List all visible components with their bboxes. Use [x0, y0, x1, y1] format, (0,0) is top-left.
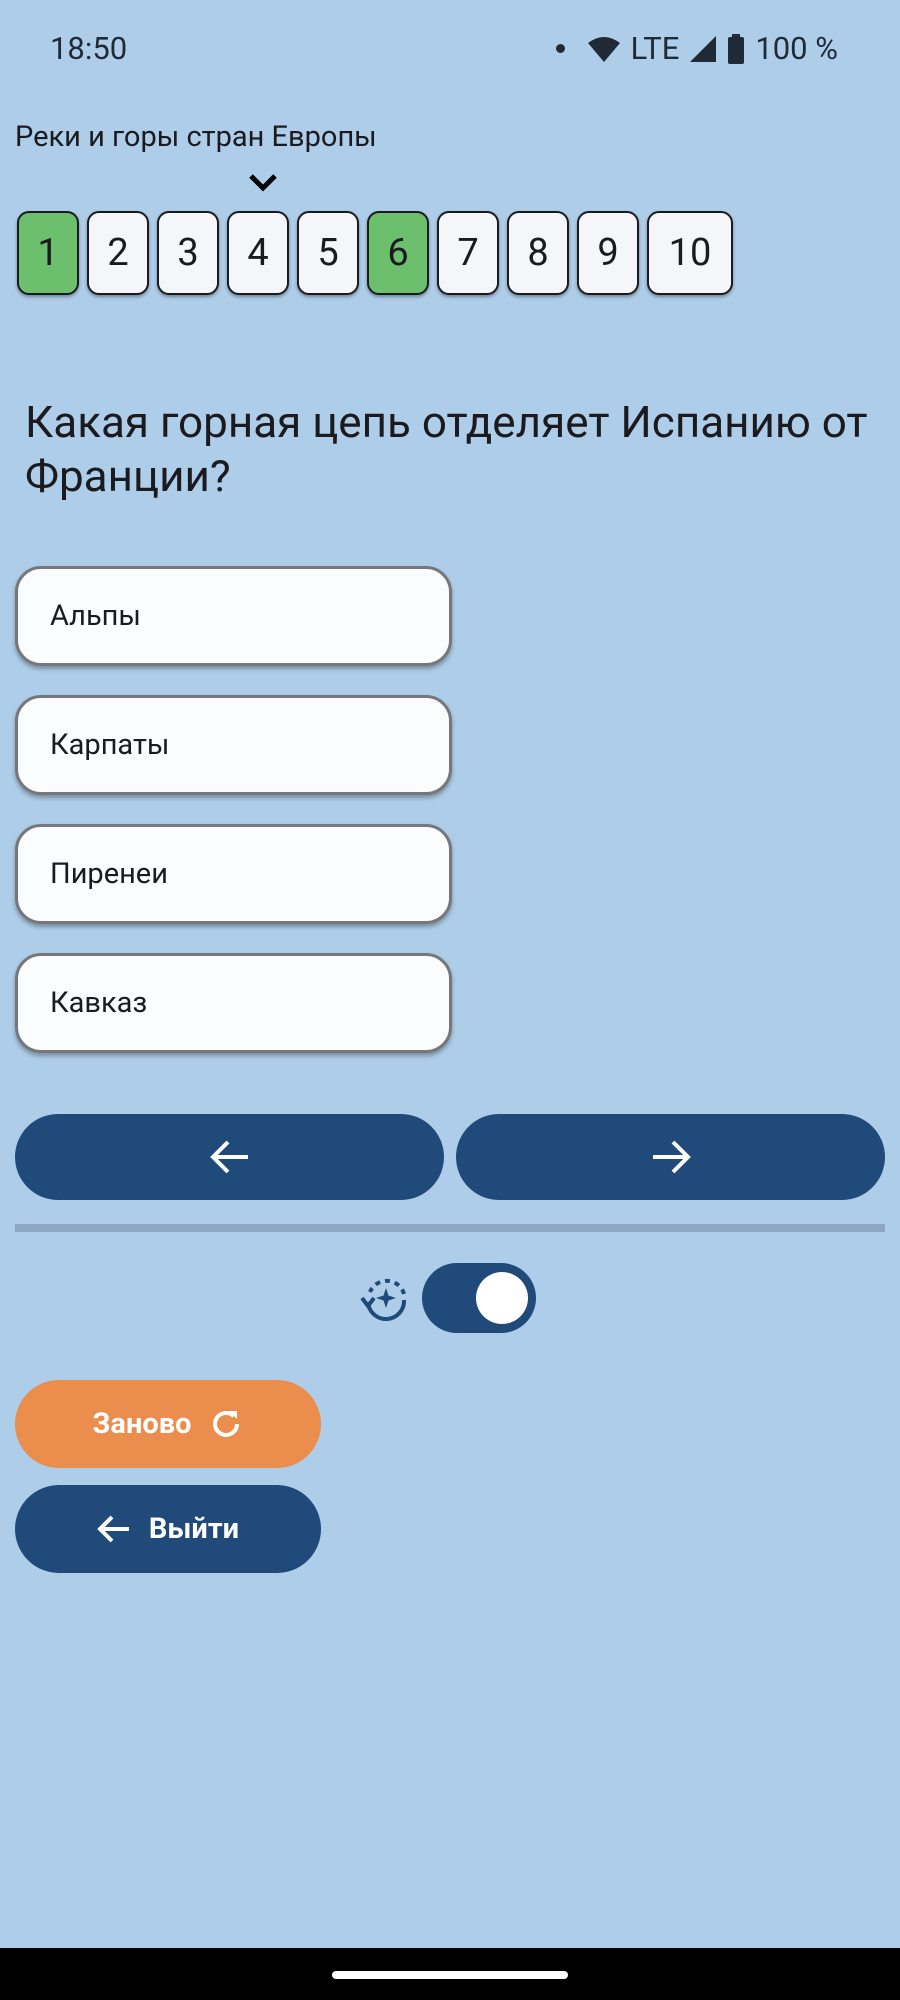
network-label: LTE: [630, 30, 680, 67]
navigation-row: [15, 1114, 885, 1200]
battery-icon: [728, 33, 745, 64]
question-number-3[interactable]: 3: [157, 211, 219, 295]
question-number-9[interactable]: 9: [577, 211, 639, 295]
restart-button[interactable]: Заново: [15, 1380, 321, 1468]
quiz-title: Реки и горы стран Европы: [15, 120, 377, 154]
answer-option[interactable]: Карпаты: [15, 695, 452, 795]
divider: [15, 1224, 885, 1232]
home-indicator[interactable]: [332, 1971, 568, 1979]
question-number-1[interactable]: 1: [17, 211, 79, 295]
answer-option[interactable]: Альпы: [15, 566, 452, 666]
dot-icon: [555, 44, 565, 53]
auto-advance-icon: [360, 1278, 407, 1322]
question-number-7[interactable]: 7: [437, 211, 499, 295]
wifi-icon: [587, 36, 620, 62]
exit-button[interactable]: Выйти: [15, 1485, 321, 1573]
auto-mode-toggle[interactable]: [422, 1263, 536, 1333]
chevron-down-icon: [249, 174, 277, 192]
previous-button[interactable]: [15, 1114, 444, 1200]
question-number-5[interactable]: 5: [297, 211, 359, 295]
question-number-10[interactable]: 10: [647, 211, 733, 295]
answer-list: Альпы Карпаты Пиренеи Кавказ: [15, 566, 452, 1082]
answer-option[interactable]: Пиренеи: [15, 824, 452, 924]
question-number-8[interactable]: 8: [507, 211, 569, 295]
status-time: 18:50: [50, 30, 128, 67]
toggle-knob: [476, 1272, 528, 1324]
next-button[interactable]: [456, 1114, 885, 1200]
arrow-left-icon: [209, 1140, 248, 1174]
arrow-right-icon: [652, 1140, 691, 1174]
refresh-icon: [213, 1410, 240, 1437]
question-text: Какая горная цепь отделяет Испанию от Фр…: [25, 396, 868, 502]
question-number-4[interactable]: 4: [227, 211, 289, 295]
question-navigator: 1 2 3 4 5 6 7 8 9 10: [17, 211, 733, 295]
arrow-left-icon: [97, 1515, 129, 1543]
signal-icon: [690, 35, 717, 62]
status-bar: 18:50 LTE 100 %: [0, 0, 900, 105]
status-icons: LTE 100 %: [555, 30, 838, 67]
question-number-6[interactable]: 6: [367, 211, 429, 295]
auto-mode-row: [360, 1263, 536, 1333]
restart-label: Заново: [92, 1407, 192, 1441]
question-number-2[interactable]: 2: [87, 211, 149, 295]
exit-label: Выйти: [148, 1512, 240, 1546]
answer-option[interactable]: Кавказ: [15, 953, 452, 1053]
battery-label: 100 %: [755, 30, 838, 67]
